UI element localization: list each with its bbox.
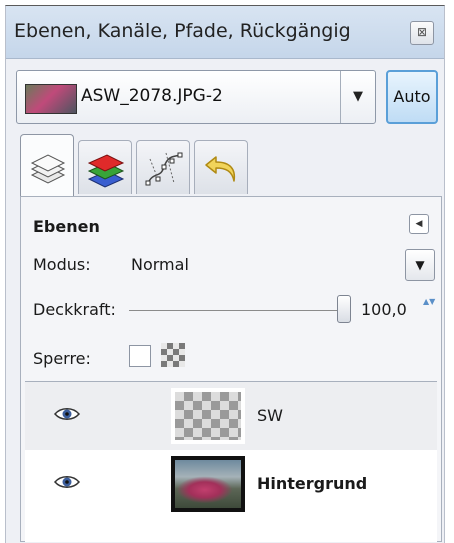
tab-channels[interactable] xyxy=(78,140,132,194)
opacity-spin-button[interactable]: ▲▼ xyxy=(423,295,435,323)
layer-list: SW Hintergrund xyxy=(25,381,437,542)
layers-icon xyxy=(30,154,66,184)
layer-thumbnail-sw xyxy=(171,388,245,444)
image-selector-combo[interactable]: ASW_2078.JPG-2 ▼ xyxy=(16,70,376,124)
layer-row-sw[interactable]: SW xyxy=(25,382,437,450)
dialog-titlebar[interactable]: Ebenen, Kanäle, Pfade, Rückgängig ⊠ xyxy=(6,6,444,59)
opacity-label: Deckkraft: xyxy=(33,300,116,319)
layer-thumbnail-hintergrund xyxy=(171,456,245,512)
tab-paths[interactable] xyxy=(136,140,190,194)
eye-icon[interactable] xyxy=(53,474,81,490)
lock-alpha-icon xyxy=(161,343,185,367)
channels-icon xyxy=(87,154,125,188)
opacity-value[interactable]: 100,0 xyxy=(361,300,407,319)
image-thumbnail xyxy=(25,84,77,114)
tab-undo[interactable] xyxy=(194,140,248,194)
lock-label: Sperre: xyxy=(33,349,91,368)
undo-icon xyxy=(205,156,236,182)
image-selector-row: ASW_2078.JPG-2 ▼ Auto xyxy=(16,70,438,126)
layers-content: Ebenen ◀ Modus: Normal ▼ Deckkraft: 100,… xyxy=(20,196,442,542)
paths-icon xyxy=(145,152,183,186)
auto-button[interactable]: Auto xyxy=(386,70,438,124)
layer-row-hintergrund[interactable]: Hintergrund xyxy=(25,450,437,518)
close-button[interactable]: ⊠ xyxy=(410,21,434,45)
mode-dropdown-button[interactable]: ▼ xyxy=(405,249,435,281)
tab-layers[interactable] xyxy=(20,134,74,196)
mode-select-value[interactable]: Normal xyxy=(131,255,189,274)
opacity-slider-handle[interactable] xyxy=(337,295,351,323)
eye-icon[interactable] xyxy=(53,406,81,422)
dock-tabs xyxy=(20,134,440,196)
mode-label: Modus: xyxy=(33,255,91,274)
layer-name[interactable]: Hintergrund xyxy=(257,474,367,493)
dialog-title: Ebenen, Kanäle, Pfade, Rückgängig xyxy=(14,20,351,42)
opacity-slider-track[interactable] xyxy=(129,310,345,311)
lock-checkbox[interactable] xyxy=(129,345,151,367)
layer-name[interactable]: SW xyxy=(257,406,283,425)
image-name: ASW_2078.JPG-2 xyxy=(81,86,223,106)
layers-heading: Ebenen xyxy=(33,217,100,236)
layers-dialog: Ebenen, Kanäle, Pfade, Rückgängig ⊠ ASW_… xyxy=(5,5,445,543)
tab-menu-button[interactable]: ◀ xyxy=(409,214,429,234)
chevron-down-icon[interactable]: ▼ xyxy=(340,71,375,123)
